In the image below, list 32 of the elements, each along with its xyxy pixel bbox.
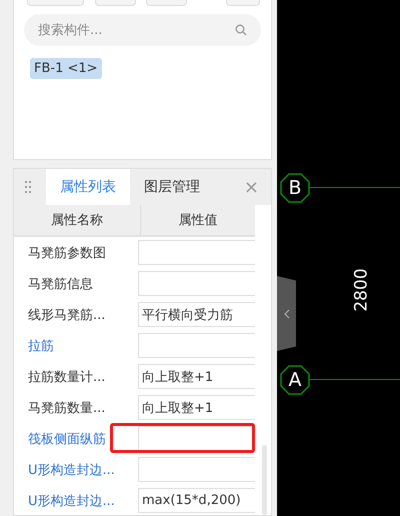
search-icon xyxy=(235,24,247,36)
tab[interactable]: 图层管理 xyxy=(130,169,214,205)
collapse-handle[interactable] xyxy=(277,276,296,351)
property-value-field[interactable] xyxy=(138,271,255,296)
tab[interactable]: 属性列表 xyxy=(46,169,130,205)
axis-bubble: A xyxy=(280,365,310,395)
property-value-field[interactable] xyxy=(138,333,255,358)
scrollbar[interactable] xyxy=(262,445,267,515)
column-header: 属性值 xyxy=(178,212,218,230)
property-value-field[interactable] xyxy=(138,426,255,451)
property-name: 马凳筋参数图 xyxy=(27,244,107,262)
axis-bubble: B xyxy=(280,173,310,203)
property-name: 拉筋 xyxy=(27,338,55,354)
drag-handle-icon[interactable] xyxy=(24,180,32,194)
component-tag[interactable]: FB-1 <1> xyxy=(30,58,102,79)
property-name: 拉筋数量计... xyxy=(27,368,106,386)
property-name: U形构造封边... xyxy=(27,492,116,510)
property-name: 马凳筋信息 xyxy=(27,276,94,292)
property-value-field[interactable] xyxy=(138,457,255,482)
search-field[interactable]: 搜索构件... xyxy=(24,14,261,46)
property-value-field[interactable]: 向上取整+1 xyxy=(138,395,255,420)
property-name: 筏板侧面纵筋 xyxy=(27,430,107,448)
chevron-left-icon xyxy=(284,308,290,318)
property-value-field[interactable]: 向上取整+1 xyxy=(138,364,255,389)
property-value-field[interactable]: max(15*d,200) xyxy=(138,488,255,513)
property-name: 马凳筋数量... xyxy=(27,400,106,416)
property-name: U形构造封边... xyxy=(27,462,116,478)
property-value-field[interactable] xyxy=(138,240,255,265)
property-value-field[interactable]: 平行横向受力筋 xyxy=(138,302,255,327)
dimension-text: 2800 xyxy=(352,268,372,312)
property-name: 线形马凳筋... xyxy=(27,306,106,324)
column-header: 属性名称 xyxy=(14,205,141,235)
